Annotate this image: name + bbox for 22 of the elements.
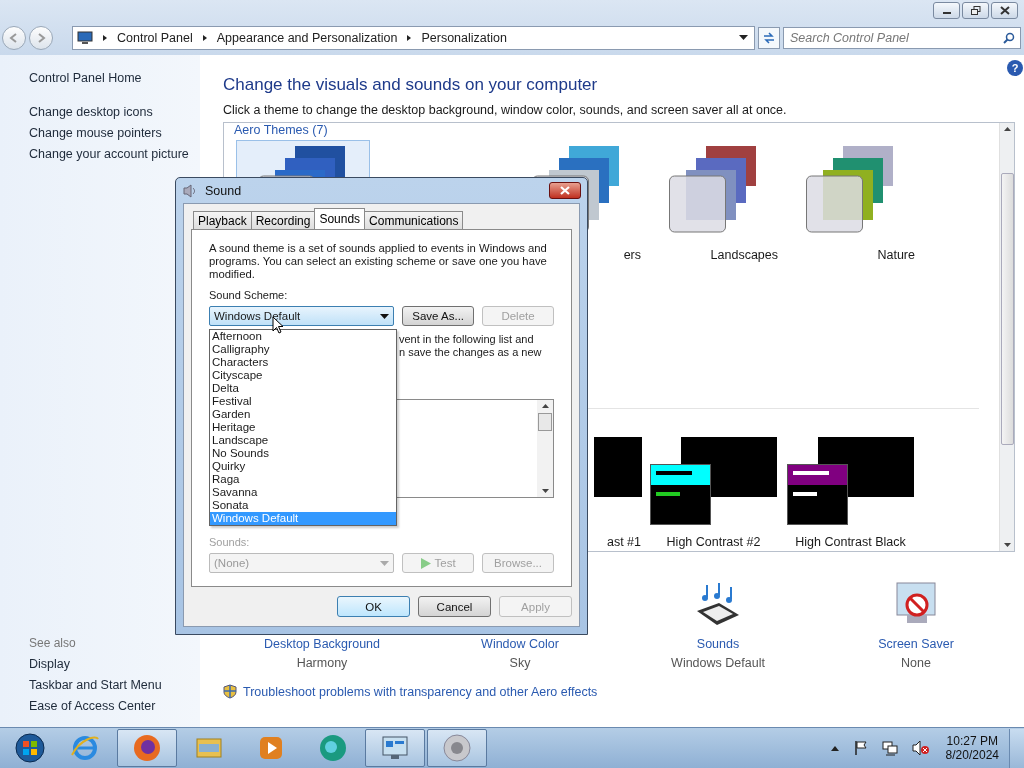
setting-value: Harmony [296, 656, 348, 670]
instruction-text: n save the changes as a new [399, 346, 543, 359]
setting-value: Sky [509, 656, 531, 670]
setting-value: Windows Default [671, 656, 765, 670]
theme-label: Landscapes [710, 248, 778, 262]
scheme-label: Sound Scheme: [209, 289, 289, 301]
theme-label: High Contrast Black [795, 535, 906, 549]
see-also-heading: See also [29, 636, 77, 650]
description-text: A sound theme is a set of sounds applied to events in Windows and programs. You can select an existing scheme or save one you have modified. [209, 242, 548, 281]
theme-label: ers [623, 248, 641, 262]
sounds-label: Sounds: [209, 536, 251, 548]
instruction-text: vent in the following list and [399, 333, 535, 346]
theme-label: ast #1 [606, 535, 641, 549]
page-subtitle: Click a theme to change the desktop background, window color, sounds, and screen saver all at once. [223, 103, 788, 117]
theme-label: High Contrast #2 [666, 535, 761, 549]
page-heading: Change the visuals and sounds on your computer [223, 75, 599, 95]
theme-label: Nature [877, 248, 915, 262]
dialog-title: Sound [205, 183, 242, 198]
theme-group-label: Aero Themes (7) [234, 123, 329, 137]
clock-time: 10:27 PM [946, 734, 998, 748]
setting-value: None [901, 656, 931, 670]
clock-date: 8/20/2024 [945, 748, 999, 762]
